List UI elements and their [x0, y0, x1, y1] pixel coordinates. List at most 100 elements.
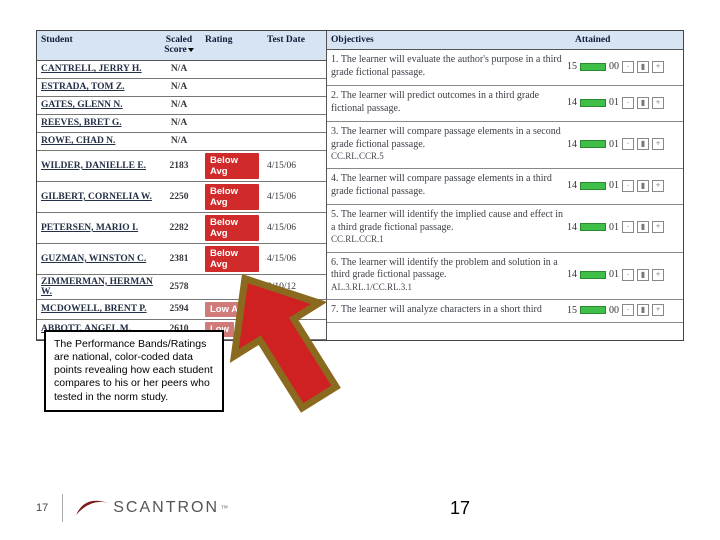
scaled-score: N/A [157, 134, 201, 148]
chart-icon[interactable]: ▮ [637, 97, 649, 109]
student-name-link[interactable]: WILDER, DANIELLE E. [37, 159, 157, 173]
attained-cell: 14 01∙▮+ [567, 97, 679, 109]
person-icon[interactable]: ∙ [622, 97, 634, 109]
expand-icon[interactable]: + [652, 138, 664, 150]
student-name-link[interactable]: REEVES, BRET G. [37, 116, 157, 130]
student-name-link[interactable]: GATES, GLENN N. [37, 98, 157, 112]
trademark-icon: ™ [221, 504, 228, 512]
rating-cell [201, 103, 263, 107]
rating-cell: Below Avg [201, 182, 263, 212]
callout-text: The Performance Bands/Ratings are nation… [54, 338, 213, 403]
attained-cell: 1500∙▮+ [567, 61, 679, 73]
objective-text: 7. The learner will analyze characters i… [331, 304, 567, 317]
person-icon[interactable]: ∙ [622, 61, 634, 73]
table-row: REEVES, BRET G.N/A [37, 115, 326, 133]
table-row: MCDOWELL, BRENT P.2594Low Avg4/15/06 [37, 300, 326, 320]
test-date: 4/15/06 [263, 252, 321, 266]
chart-icon[interactable]: ▮ [637, 180, 649, 192]
expand-icon[interactable]: + [652, 97, 664, 109]
page-number-center: 17 [450, 498, 470, 519]
attained-count-2: 01 [609, 97, 619, 108]
table-row: GATES, GLENN N.N/A [37, 97, 326, 115]
attained-count-2: 00 [609, 61, 619, 72]
rating-cell [201, 67, 263, 71]
col-scaled-score[interactable]: Scaled Score [157, 31, 201, 60]
rating-badge: Below Avg [205, 184, 259, 210]
student-name-link[interactable]: ZIMMERMAN, HERMAN W. [37, 275, 157, 299]
objective-standard-code: CC.RL.CCR.5 [331, 151, 567, 162]
attained-cell: 1401∙▮+ [567, 269, 679, 281]
attained-count-1: 14 [567, 180, 577, 191]
objective-text: 1. The learner will evaluate the author'… [331, 54, 567, 79]
person-icon[interactable]: ∙ [622, 221, 634, 233]
objective-description: 5. The learner will identify the implied… [331, 209, 567, 234]
rating-badge: Below Avg [205, 153, 259, 179]
test-date: 4/15/06 [263, 190, 321, 204]
objective-row: 3. The learner will compare passage elem… [327, 122, 683, 169]
table-row: PETERSEN, MARIO I.2282Below Avg4/15/06 [37, 213, 326, 244]
expand-icon[interactable]: + [652, 269, 664, 281]
person-icon[interactable]: ∙ [622, 138, 634, 150]
attained-bar [580, 99, 606, 107]
chart-icon[interactable]: ▮ [637, 138, 649, 150]
rating-badge: Below Avg [205, 215, 259, 241]
col-test-date[interactable]: Test Date [263, 31, 321, 60]
expand-icon[interactable]: + [652, 221, 664, 233]
attained-count-1: 14 [567, 269, 577, 280]
test-date [263, 103, 321, 107]
table-row: ZIMMERMAN, HERMAN W.25788/10/12 [37, 275, 326, 300]
person-icon[interactable]: ∙ [622, 180, 634, 192]
chart-icon[interactable]: ▮ [637, 61, 649, 73]
student-name-link[interactable]: ESTRADA, TOM Z. [37, 80, 157, 94]
attained-bar [580, 223, 606, 231]
expand-icon[interactable]: + [652, 61, 664, 73]
student-name-link[interactable]: CANTRELL, JERRY H. [37, 62, 157, 76]
test-date: 4/15/06 [263, 322, 321, 336]
col-objectives[interactable]: Objectives [327, 31, 571, 49]
rating-cell [201, 139, 263, 143]
student-name-link[interactable]: GUZMAN, WINSTON C. [37, 252, 157, 266]
student-name-link[interactable]: GILBERT, CORNELIA W. [37, 190, 157, 204]
rating-cell: Below Avg [201, 244, 263, 274]
table-row: ESTRADA, TOM Z.N/A [37, 79, 326, 97]
expand-icon[interactable]: + [652, 180, 664, 192]
person-icon[interactable]: ∙ [622, 304, 634, 316]
sort-desc-icon [188, 48, 194, 52]
attained-count-2: 01 [609, 180, 619, 191]
objective-text: 6. The learner will identify the problem… [331, 257, 567, 293]
rating-badge: Below Avg [205, 246, 259, 272]
attained-cell: 14 01∙▮+ [567, 180, 679, 192]
objectives-header-row: Objectives Attained [327, 31, 683, 50]
attained-bar [580, 63, 606, 71]
chart-icon[interactable]: ▮ [637, 269, 649, 281]
objective-row: 7. The learner will analyze characters i… [327, 300, 683, 324]
objective-standard-code: CC.RL.CCR.1 [331, 234, 567, 245]
attained-cell: 1401∙▮+ [567, 221, 679, 233]
objective-text: 3. The learner will compare passage elem… [331, 126, 567, 162]
objective-description: 1. The learner will evaluate the author'… [331, 54, 567, 79]
person-icon[interactable]: ∙ [622, 269, 634, 281]
student-name-link[interactable]: MCDOWELL, BRENT P. [37, 302, 157, 316]
attained-count-1: 14 [567, 97, 577, 108]
chart-icon[interactable]: ▮ [637, 304, 649, 316]
students-header-row: Student Scaled Score Rating Test Date [37, 31, 326, 61]
student-name-link[interactable]: PETERSEN, MARIO I. [37, 221, 157, 235]
test-date: 8/10/12 [263, 280, 321, 294]
table-row: GUZMAN, WINSTON C.2381Below Avg4/15/06 [37, 244, 326, 275]
chart-icon[interactable]: ▮ [637, 221, 649, 233]
expand-icon[interactable]: + [652, 304, 664, 316]
attained-bar [580, 271, 606, 279]
col-rating[interactable]: Rating [201, 31, 263, 60]
objective-row: 6. The learner will identify the problem… [327, 253, 683, 300]
objective-text: 5. The learner will identify the implied… [331, 209, 567, 245]
attained-bar [580, 182, 606, 190]
callout-performance-bands: The Performance Bands/Ratings are nation… [44, 330, 224, 412]
attained-count-1: 14 [567, 139, 577, 150]
rating-cell [201, 121, 263, 125]
col-student[interactable]: Student [37, 31, 157, 60]
student-name-link[interactable]: ROWE, CHAD N. [37, 134, 157, 148]
rating-cell: Low Avg [201, 300, 263, 319]
col-attained[interactable]: Attained [571, 31, 683, 49]
rating-cell: Below Avg [201, 213, 263, 243]
scantron-wordmark: SCANTRON [113, 499, 219, 517]
